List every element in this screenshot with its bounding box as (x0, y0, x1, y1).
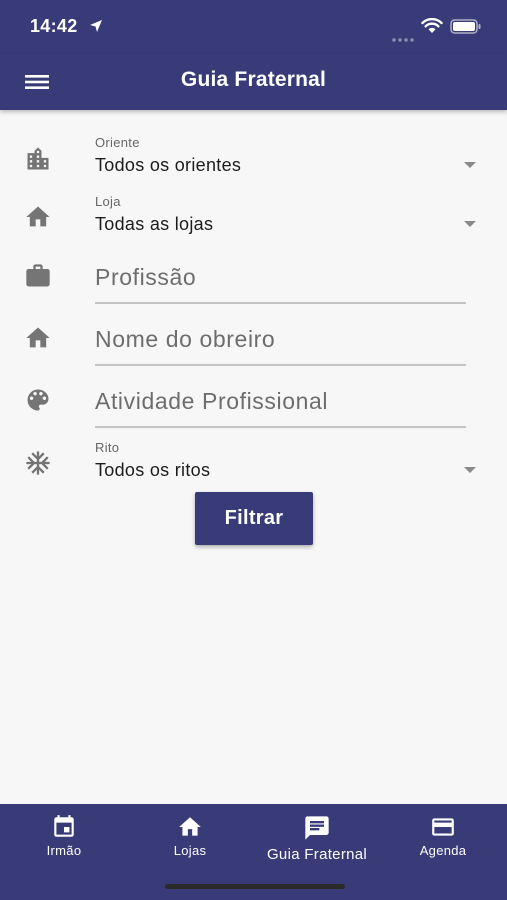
home-icon (24, 203, 52, 231)
message-icon (305, 816, 329, 840)
filter-button[interactable]: Filtrar (195, 492, 313, 545)
loja-label: Loja (95, 194, 121, 209)
home-icon (24, 324, 52, 352)
status-time: 14:42 (30, 16, 78, 36)
profissao-placeholder: Profissão (95, 264, 197, 290)
oriente-dropdown[interactable]: Oriente Todos os orientes (95, 135, 480, 181)
nav-item-lojas[interactable]: Lojas (127, 814, 253, 858)
oriente-value: Todos os orientes (95, 155, 242, 175)
wifi-icon (421, 17, 443, 39)
dropdown-arrow-icon (464, 460, 476, 478)
atividade-profissional-input[interactable]: Atividade Profissional (95, 380, 466, 428)
battery-icon (450, 19, 482, 39)
nav-label-irmao: Irmão (46, 843, 82, 858)
page-title: Guia Fraternal (180, 68, 327, 91)
app-bar: Guia Fraternal (0, 54, 507, 110)
nome-obreiro-placeholder: Nome do obreiro (95, 326, 276, 352)
card-icon (432, 818, 454, 836)
nav-label-guia-fraternal: Guia Fraternal (266, 846, 368, 863)
calendar-icon (54, 815, 74, 837)
loja-value: Todas as lojas (95, 214, 214, 234)
location-arrow-icon (89, 19, 103, 38)
briefcase-icon (24, 262, 52, 290)
nome-obreiro-input[interactable]: Nome do obreiro (95, 318, 466, 366)
nav-item-guia-fraternal[interactable]: Guia Fraternal (254, 814, 380, 863)
nav-label-lojas: Lojas (173, 843, 207, 858)
rito-label: Rito (95, 440, 120, 455)
nav-item-agenda[interactable]: Agenda (380, 814, 506, 858)
status-bar: 14:42 (0, 0, 507, 54)
home-icon (179, 817, 201, 836)
home-indicator[interactable] (165, 884, 345, 889)
oriente-label: Oriente (95, 135, 140, 150)
rito-dropdown[interactable]: Rito Todos os ritos (95, 440, 480, 486)
rito-value: Todos os ritos (95, 460, 211, 480)
dropdown-arrow-icon (464, 214, 476, 232)
dropdown-arrow-icon (464, 155, 476, 173)
snowflake-icon (24, 449, 52, 477)
loja-dropdown[interactable]: Loja Todas as lojas (95, 194, 480, 240)
nav-label-agenda: Agenda (419, 843, 467, 858)
palette-icon (24, 386, 52, 414)
profissao-input[interactable]: Profissão (95, 256, 466, 304)
signal-icon (392, 29, 414, 47)
atividade-placeholder: Atividade Profissional (95, 388, 329, 414)
city-icon (24, 145, 52, 173)
nav-item-irmao[interactable]: Irmão (1, 814, 127, 858)
